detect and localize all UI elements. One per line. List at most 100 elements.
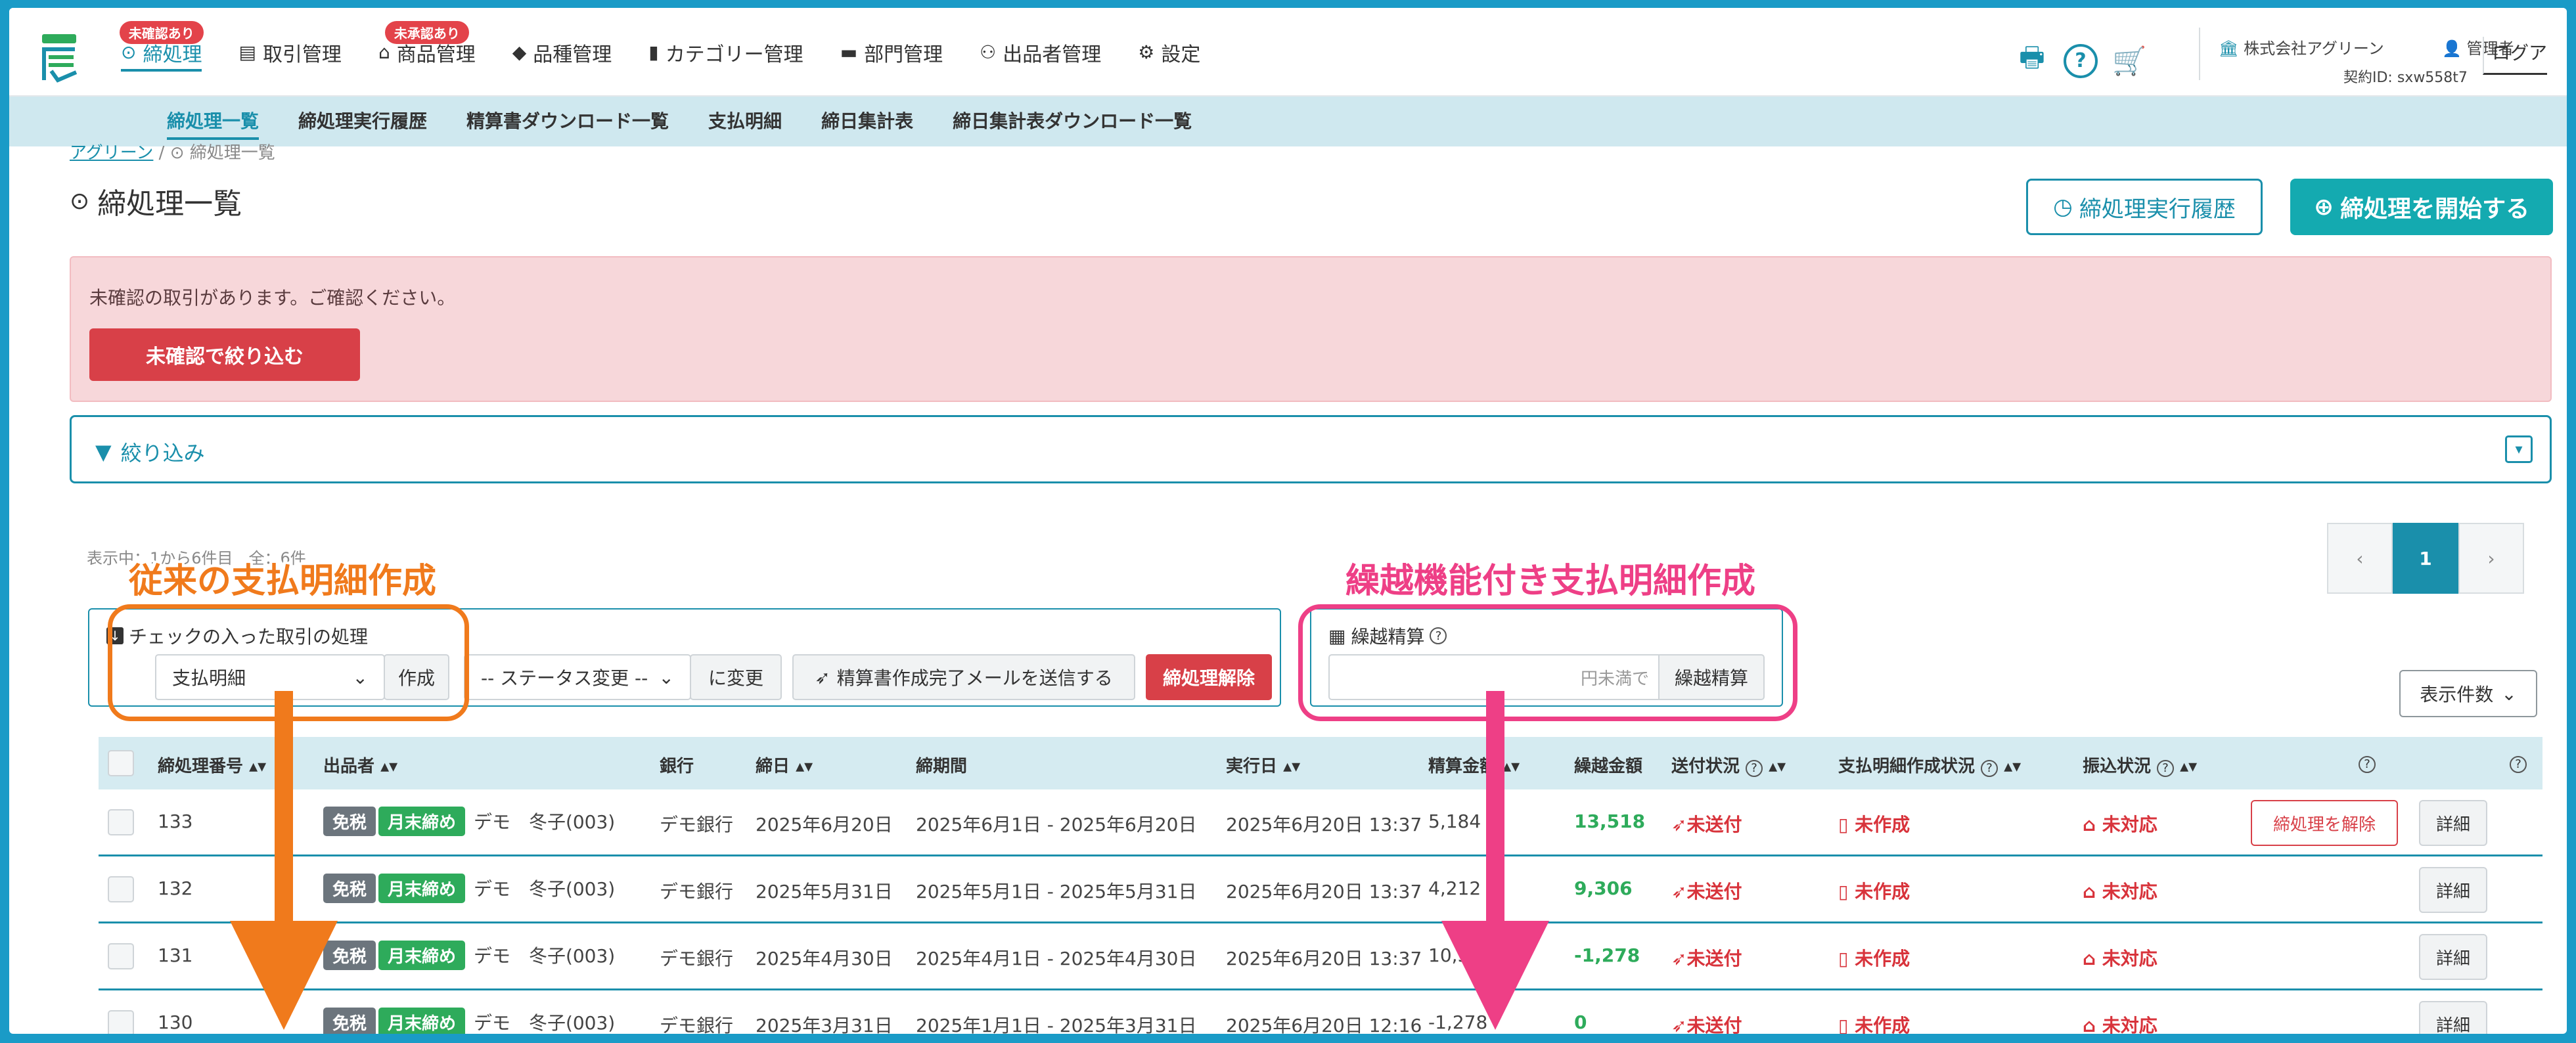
table-body: 133 デモ銀行 2025年6月20日 2025年6月1日 - 2025年6月20日 2… [99,789,2542,1034]
col-closing-no[interactable]: 締処理番号 ▴▾ [158,753,266,777]
next-page-button[interactable]: › [2458,523,2524,594]
company-name: 株式会社アグリーン [2244,39,2384,58]
file-icon: ▯ [1838,814,1849,835]
brand-logo[interactable] [39,33,79,84]
nav-item-4[interactable]: ▮ カテゴリー管理 [648,8,803,97]
cell-seller: 免税 月末締め デモ 冬子(003) [323,874,615,903]
col-close-date[interactable]: 締日 ▴▾ [756,753,813,777]
app-window: 未確認あり ⊙ 締処理 ▤ 取引管理 未承認あり ⌂ 商品管理 ◆ 品種管理 ▮ カテゴリー管理 ▬ 部門… [9,8,2567,1034]
release-closing-button[interactable]: 締処理解除 [1146,654,1272,700]
col-exec-date[interactable]: 実行日 ▴▾ [1226,753,1300,777]
check-circle-icon: ⊙ [70,187,90,215]
send-icon: ➶ [815,666,830,688]
gear-icon: ⚙ [1138,41,1155,63]
row-checkbox[interactable] [108,943,134,969]
status-select-value: -- ステータス変更 -- [481,667,648,689]
row-checkbox[interactable] [108,876,134,902]
table-row[interactable]: 133 デモ銀行 2025年6月20日 2025年6月1日 - 2025年6月20日 2… [99,789,2542,856]
cell-no: 132 [158,877,193,899]
nav-item-3[interactable]: ◆ 品種管理 [512,8,612,97]
row-checkbox[interactable] [108,809,134,835]
printer-icon[interactable]: 🖶 [2015,37,2049,84]
send-icon: ➶ [1671,1015,1687,1034]
tag-icon: ◆ [512,41,527,63]
help-icon[interactable]: ? [2064,43,2098,78]
nav-item-2[interactable]: 未承認あり ⌂ 商品管理 [378,8,476,97]
filter-unconfirmed-button[interactable]: 未確認で絞り込む [89,328,360,381]
nav-item-0[interactable]: 未確認あり ⊙ 締処理 [119,8,204,97]
cell-no: 131 [158,944,193,966]
file-icon: ▯ [1838,1015,1849,1034]
col-period: 締期間 [916,757,968,776]
table-row[interactable]: 132 デモ銀行 2025年5月31日 2025年5月1日 - 2025年5月31日 2… [99,856,2542,923]
page-title-text: 締処理一覧 [97,187,242,221]
prev-page-button[interactable]: ‹ [2327,523,2393,594]
detail-button[interactable]: 詳細 [2419,1001,2487,1034]
nav-item-6[interactable]: ⚇ 出品者管理 [980,8,1101,97]
start-closing-button[interactable]: ⊕ 締処理を開始する [2290,179,2553,235]
send-mail-button[interactable]: ➶ 精算書作成完了メールを送信する [792,654,1135,700]
cycle-tag: 月末締め [378,874,466,903]
cell-amount: 5,184 [1428,810,1481,832]
cell-bank: デモ銀行 [660,814,734,835]
nav-item-5[interactable]: ▬ 部門管理 [840,8,943,97]
nav-item-7[interactable]: ⚙ 設定 [1138,8,1200,97]
users-icon: ⚇ [980,41,997,63]
bank-icon: ⌂ [2083,948,2096,969]
cart-icon[interactable]: 🛒 [2112,45,2146,78]
logout-link[interactable]: ログア [2483,37,2548,75]
breadcrumb-separator: / ⊙ [158,143,190,163]
cell-exec: 2025年6月20日 13:37 [1226,814,1422,835]
subnav-item-4[interactable]: 締日集計表 [821,97,913,146]
subnav-item-1[interactable]: 締処理実行履歴 [298,97,427,146]
filter-panel[interactable]: ▼ 絞り込み ▾ [70,415,2552,483]
row-checkbox[interactable] [108,1010,134,1034]
nav-label: 部門管理 [864,43,943,66]
table-row[interactable]: 130 デモ銀行 2025年3月31日 2025年1月1日 - 2025年3月31日 2… [99,990,2542,1034]
cycle-tag: 月末締め [378,941,466,970]
col-amount[interactable]: 精算金額 ▴▾ [1428,753,1520,777]
cell-seller: 免税 月末締め デモ 冬子(003) [323,807,615,836]
status-change-select[interactable]: -- ステータス変更 -- ⌄ [464,654,691,700]
check-circle-icon: ⊙ [121,41,137,63]
nav-item-1[interactable]: ▤ 取引管理 [238,8,341,97]
folder-icon: ▬ [840,41,858,63]
detail-button[interactable]: 詳細 [2419,867,2487,913]
detail-button[interactable]: 詳細 [2419,800,2487,846]
bank-icon: ⌂ [2083,1015,2096,1034]
release-row-button[interactable]: 締処理を解除 [2251,800,2398,846]
detail-button[interactable]: 詳細 [2419,934,2487,980]
subnav-item-2[interactable]: 精算書ダウンロード一覧 [466,97,669,146]
help-icon[interactable]: ? [2359,753,2376,773]
display-count-select[interactable]: 表示件数 ⌄ [2399,670,2537,717]
cell-transfer-status: ⌂ 未対応 [2083,814,2158,835]
col-doc-status[interactable]: 支払明細作成状況 ? ▴▾ [1838,753,2021,777]
company-info: 🏛 株式会社アグリーン [2219,35,2384,58]
cell-bank: デモ銀行 [660,881,734,902]
col-seller[interactable]: 出品者 ▴▾ [323,753,397,777]
select-all-checkbox[interactable] [108,750,134,776]
annotation-orange-label: 従来の支払明細作成 [129,562,437,601]
send-icon: ➶ [1671,881,1687,902]
execution-history-button[interactable]: ◷ 締処理実行履歴 [2026,179,2263,235]
change-status-button[interactable]: に変更 [690,654,782,700]
cell-close: 2025年5月31日 [756,881,893,902]
subnav-item-5[interactable]: 締日集計表ダウンロード一覧 [953,97,1192,146]
subnav-item-3[interactable]: 支払明細 [708,97,782,146]
receipt-icon: ▤ [238,41,256,63]
cell-carry: 9,306 [1574,877,1633,899]
unconfirmed-alert: 未確認の取引があります。ご確認ください。 未確認で絞り込む [70,256,2552,402]
cell-no: 130 [158,1011,193,1033]
seller-name: デモ 冬子(003) [473,945,616,967]
collapse-toggle-icon[interactable]: ▾ [2505,435,2533,463]
breadcrumb-home[interactable]: アグリーン [70,143,153,163]
cycle-tag: 月末締め [378,1008,466,1034]
contract-id: 契約ID: sxw558t7 [2343,70,2468,86]
col-send-status[interactable]: 送付状況 ? ▴▾ [1671,753,1786,777]
col-bank: 銀行 [660,757,694,776]
page-1-button[interactable]: 1 [2393,523,2458,594]
display-count-label: 表示件数 [2420,684,2494,705]
col-transfer-status[interactable]: 振込状況 ? ▴▾ [2083,753,2197,777]
table-row[interactable]: 131 デモ銀行 2025年4月30日 2025年4月1日 - 2025年4月30日 2… [99,923,2542,990]
help-icon[interactable]: ? [2510,753,2527,773]
